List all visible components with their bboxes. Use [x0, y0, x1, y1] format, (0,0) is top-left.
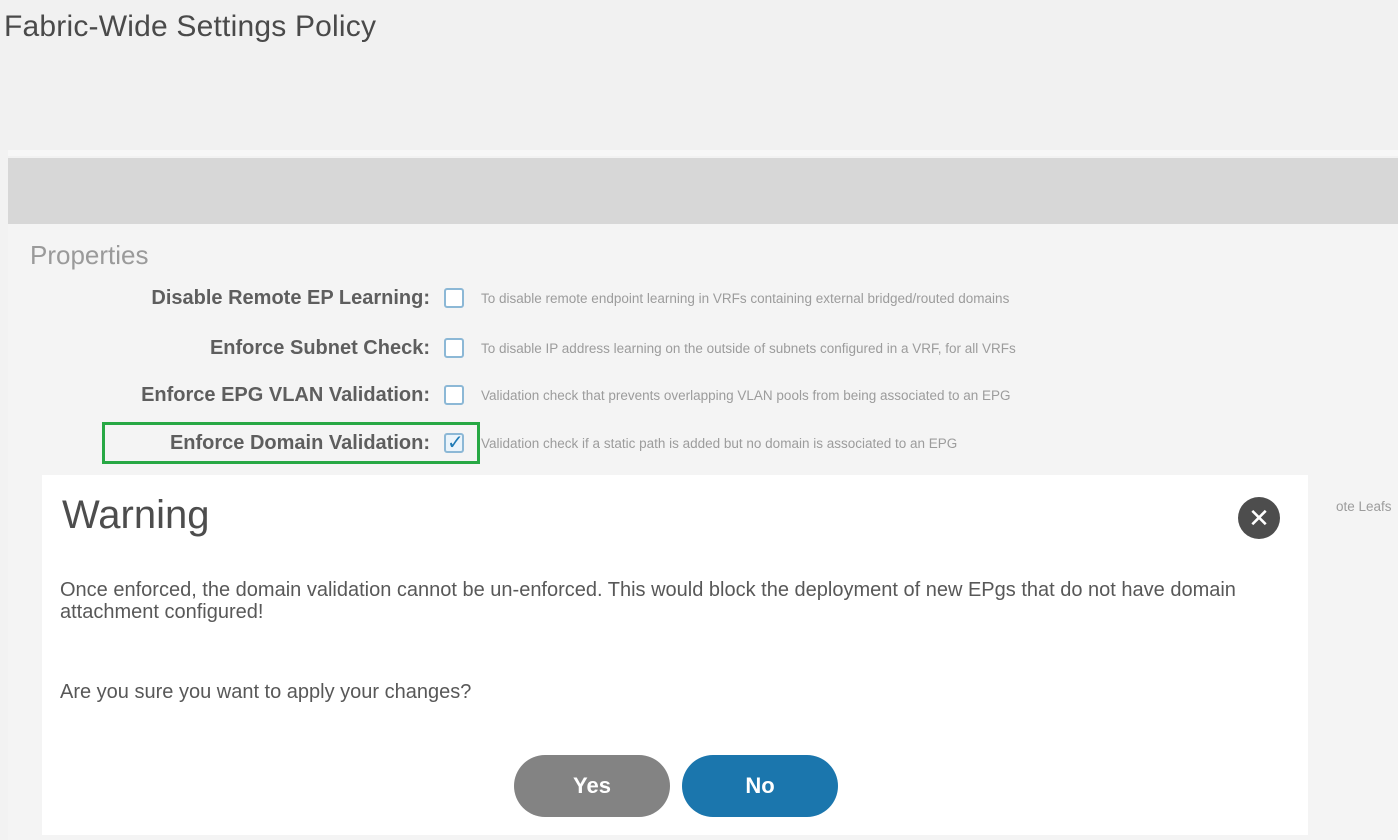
close-icon[interactable]: ✕: [1238, 497, 1280, 539]
highlight-box: [102, 422, 480, 464]
property-description: To disable IP address learning on the ou…: [481, 341, 1016, 356]
property-description: Validation check that prevents overlappi…: [481, 388, 1011, 403]
enforce-subnet-check-checkbox[interactable]: [444, 338, 464, 358]
property-label: Enforce Subnet Check:: [209, 337, 430, 359]
property-description: Validation check if a static path is add…: [481, 436, 958, 451]
title-bar: Fabric-Wide Settings Policy: [0, 0, 1398, 150]
disable-remote-ep-learning-checkbox[interactable]: [444, 288, 464, 308]
property-label: Disable Remote EP Learning:: [151, 287, 430, 309]
toolbar-band: [8, 158, 1398, 224]
property-label: Enforce EPG VLAN Validation:: [141, 384, 430, 406]
dialog-title: Warning: [62, 493, 210, 537]
property-description: To disable remote endpoint learning in V…: [481, 291, 1010, 306]
property-row-disable-remote-ep-learning: Disable Remote EP Learning: To disable r…: [0, 283, 1398, 317]
no-button[interactable]: No: [682, 755, 838, 817]
warning-dialog: Warning ✕ Once enforced, the domain vali…: [42, 475, 1308, 835]
divider: [8, 150, 1398, 156]
property-row-enforce-subnet-check: Enforce Subnet Check: To disable IP addr…: [0, 333, 1398, 367]
page-title: Fabric-Wide Settings Policy: [4, 10, 377, 43]
truncated-description: ote Leafs: [1336, 499, 1392, 514]
enforce-epg-vlan-validation-checkbox[interactable]: [444, 385, 464, 405]
dialog-question: Are you sure you want to apply your chan…: [60, 681, 472, 703]
yes-button[interactable]: Yes: [514, 755, 670, 817]
dialog-message: Once enforced, the domain validation can…: [60, 579, 1236, 623]
properties-heading: Properties: [30, 240, 149, 270]
property-row-enforce-epg-vlan-validation: Enforce EPG VLAN Validation: Validation …: [0, 380, 1398, 414]
